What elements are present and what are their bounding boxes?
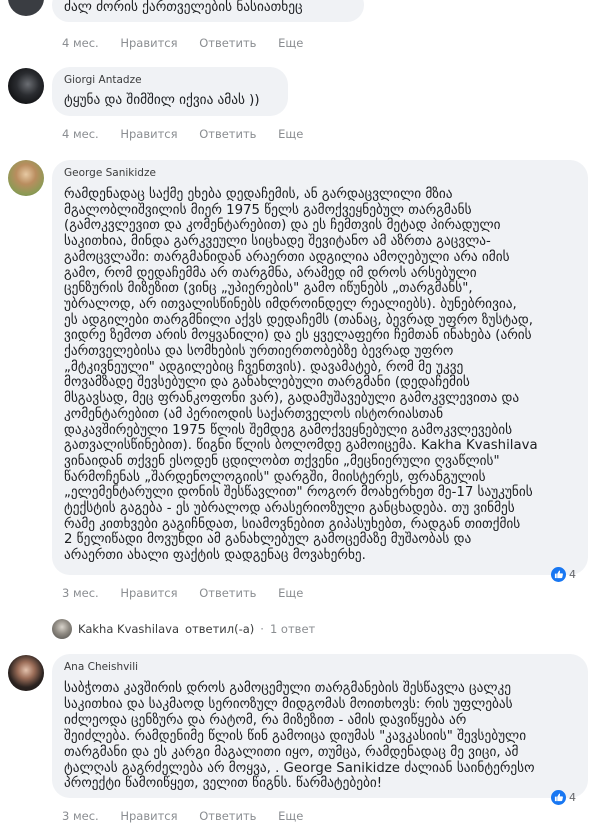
- reactions[interactable]: 4: [551, 788, 576, 806]
- avatar[interactable]: [8, 0, 44, 16]
- like-button[interactable]: Нравится: [120, 809, 177, 823]
- avatar[interactable]: [8, 160, 44, 196]
- comment-author[interactable]: George Sanikidze: [64, 167, 156, 179]
- reactions[interactable]: 4: [551, 565, 576, 583]
- comment-author[interactable]: Ana Cheishvili: [64, 661, 138, 673]
- comment-text-line: არაერთი ახალი ფაქტის დადგენაც მოვახერხე.: [64, 548, 366, 564]
- like-button[interactable]: Нравится: [120, 127, 177, 141]
- reaction-count: 4: [569, 567, 576, 581]
- reply-count: 1 ответ: [269, 622, 316, 636]
- comment-bubble: Giorgi Antadze ტყუნა და შიმშილ იქვია ამა…: [52, 67, 288, 116]
- comment-bubble: George Sanikidze რამდენადაც საქმე ეხება …: [52, 160, 588, 582]
- comment-actions: 3 мес. Нравится Ответить Еще: [62, 586, 321, 600]
- like-button[interactable]: Нравится: [120, 586, 177, 600]
- reply-author: Kakha Kvashilava: [78, 622, 180, 636]
- more-button[interactable]: Еще: [278, 127, 303, 141]
- more-button[interactable]: Еще: [278, 586, 303, 600]
- reply-verb: ответил(-а): [185, 622, 255, 636]
- like-icon: [551, 566, 566, 582]
- like-icon: [551, 789, 566, 805]
- reply-button[interactable]: Ответить: [199, 127, 256, 141]
- comment-time[interactable]: 3 мес.: [62, 586, 99, 600]
- more-button[interactable]: Еще: [278, 809, 303, 823]
- reply-button[interactable]: Ответить: [199, 586, 256, 600]
- avatar: [52, 619, 72, 639]
- comment-actions: 3 мес. Нравится Ответить Еще: [62, 809, 321, 823]
- comment-text-line: პროექტი წამოიწყეთ, ველით წიგნს. წარმატებ…: [64, 776, 383, 792]
- comment-time[interactable]: 4 мес.: [62, 36, 99, 50]
- comment-text-line: ძალ ძორის ქართველების ნასიათხეც: [64, 0, 303, 15]
- comment-actions: 4 мес. Нравится Ответить Еще: [62, 127, 321, 141]
- reaction-count: 4: [569, 790, 576, 804]
- comment-author[interactable]: Giorgi Antadze: [64, 74, 142, 86]
- comment-text-line: ტყუნა და შიმშილ იქვია ამას )): [64, 93, 260, 108]
- avatar[interactable]: [8, 655, 44, 691]
- more-button[interactable]: Еще: [278, 36, 303, 50]
- comment-time[interactable]: 4 мес.: [62, 127, 99, 141]
- replies-link[interactable]: Kakha Kvashilava ответил(-а) · 1 ответ: [52, 619, 315, 639]
- comment-time[interactable]: 3 мес.: [62, 809, 99, 823]
- reply-button[interactable]: Ответить: [199, 36, 256, 50]
- avatar[interactable]: [8, 68, 44, 104]
- reply-separator: ·: [260, 622, 264, 636]
- comment-actions: 4 мес. Нравится Ответить Еще: [62, 36, 321, 50]
- reply-button[interactable]: Ответить: [199, 809, 256, 823]
- comment-bubble: Ana Cheishvili საბჭოთა კავშირის დროს გამ…: [52, 654, 588, 805]
- like-button[interactable]: Нравится: [120, 36, 177, 50]
- comment-bubble: ძალ ძორის ქართველების ნასიათხეც: [52, 0, 364, 22]
